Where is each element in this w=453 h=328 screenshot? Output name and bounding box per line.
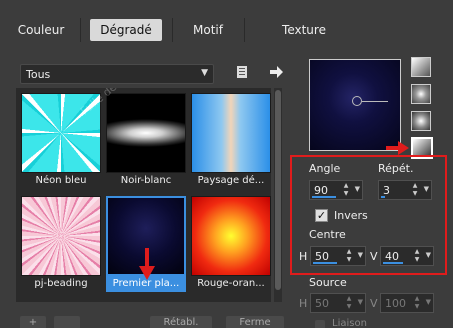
centre-h-slider-fill bbox=[313, 262, 337, 264]
add-button[interactable]: + bbox=[20, 316, 46, 328]
chevron-down-icon[interactable]: ▼ bbox=[424, 185, 429, 193]
gradient-item-paysage[interactable]: Paysage dé... bbox=[191, 93, 271, 189]
centre-label: Centre bbox=[309, 228, 346, 241]
link-checkbox[interactable] bbox=[315, 320, 325, 328]
linear-style-swatch[interactable] bbox=[411, 57, 431, 77]
centre-v-stepper[interactable]: 40 ▲ ▼ ▼ bbox=[380, 246, 434, 266]
gradient-label: Noir-blanc bbox=[120, 175, 172, 186]
gradient-preview[interactable] bbox=[309, 59, 401, 151]
remove-button[interactable] bbox=[54, 316, 80, 328]
angle-label: Angle bbox=[309, 162, 341, 175]
stepper-arrows-icon[interactable]: ▲ ▼ bbox=[345, 295, 353, 311]
tab-bar: Couleur Dégradé Motif Texture bbox=[0, 0, 453, 44]
link-label: Liaison bbox=[332, 318, 367, 328]
scrollbar-thumb[interactable] bbox=[275, 90, 281, 290]
chevron-down-icon[interactable]: ▼ bbox=[358, 298, 363, 306]
tab-separator bbox=[172, 18, 173, 42]
stepper-arrows-icon[interactable]: ▲ ▼ bbox=[413, 295, 421, 311]
reset-button[interactable]: Rétabl. bbox=[150, 316, 212, 328]
source-h-label: H bbox=[299, 297, 308, 310]
chevron-down-icon[interactable]: ▼ bbox=[355, 185, 360, 193]
gradient-label: Paysage dé... bbox=[197, 175, 265, 186]
centre-v-label: V bbox=[370, 250, 378, 263]
library-icon[interactable] bbox=[234, 64, 250, 80]
angle-slider-fill bbox=[312, 196, 336, 198]
stepper-arrows-icon[interactable]: ▲ ▼ bbox=[342, 182, 350, 198]
repeat-stepper[interactable]: 3 ▲ ▼ ▼ bbox=[378, 180, 432, 200]
stepper-arrows-icon[interactable]: ▲ ▼ bbox=[345, 248, 353, 264]
gradient-label: pj-beading bbox=[34, 278, 88, 289]
source-v-value: 100 bbox=[385, 297, 406, 310]
tab-couleur[interactable]: Couleur bbox=[10, 19, 72, 41]
repeat-slider-fill bbox=[381, 196, 385, 198]
invert-checkbox[interactable]: ✓ bbox=[315, 209, 328, 222]
tab-degrade[interactable]: Dégradé bbox=[90, 19, 162, 41]
gradient-item-noir-blanc[interactable]: Noir-blanc bbox=[106, 93, 186, 189]
angle-stepper[interactable]: 90 ▲ ▼ ▼ bbox=[309, 180, 363, 200]
gradient-thumbnail bbox=[191, 93, 271, 173]
gradient-label: Néon bleu bbox=[35, 175, 87, 186]
source-v-stepper[interactable]: 100 ▲ ▼ ▼ bbox=[380, 293, 434, 313]
gradient-item-pj-beading[interactable]: pj-beading bbox=[21, 196, 101, 292]
source-v-label: V bbox=[370, 297, 378, 310]
gradient-list-scrollbar[interactable] bbox=[274, 88, 282, 302]
center-crosshair-icon[interactable] bbox=[352, 96, 362, 106]
gradient-label: Rouge-oran... bbox=[197, 278, 265, 289]
arrow-right-icon[interactable] bbox=[268, 64, 284, 80]
invert-label: Invers bbox=[334, 209, 368, 222]
stepper-arrows-icon[interactable]: ▲ ▼ bbox=[411, 182, 419, 198]
category-value: Tous bbox=[26, 68, 51, 81]
gradient-thumbnail bbox=[106, 93, 186, 173]
chevron-down-icon: ▼ bbox=[201, 68, 208, 78]
centre-h-stepper[interactable]: 50 ▲ ▼ ▼ bbox=[310, 246, 366, 266]
gradient-item-rouge-orange[interactable]: Rouge-oran... bbox=[191, 196, 271, 292]
source-label: Source bbox=[309, 276, 347, 289]
gradient-thumbnail bbox=[191, 196, 271, 276]
category-dropdown[interactable]: Tous ▼ bbox=[20, 64, 214, 84]
tab-motif[interactable]: Motif bbox=[180, 19, 236, 41]
centre-v-slider-fill bbox=[383, 262, 403, 264]
chevron-down-icon[interactable]: ▼ bbox=[358, 251, 363, 259]
arrow-down-annotation-icon bbox=[139, 248, 155, 280]
source-h-value: 50 bbox=[315, 297, 329, 310]
source-h-stepper[interactable]: 50 ▲ ▼ ▼ bbox=[310, 293, 366, 313]
angle-handle[interactable] bbox=[362, 101, 388, 102]
tab-separator bbox=[244, 18, 245, 42]
centre-h-label: H bbox=[299, 250, 308, 263]
tab-texture[interactable]: Texture bbox=[258, 19, 350, 41]
chevron-down-icon[interactable]: ▼ bbox=[426, 298, 431, 306]
radial-style-swatch[interactable] bbox=[411, 111, 431, 131]
gradient-list: Néon bleu Noir-blanc Paysage dé... pj-be… bbox=[16, 88, 271, 302]
tab-separator bbox=[80, 18, 81, 42]
gradient-thumbnail bbox=[21, 196, 101, 276]
arrow-right-annotation-icon bbox=[386, 141, 409, 155]
stepper-arrows-icon[interactable]: ▲ ▼ bbox=[413, 248, 421, 264]
close-button[interactable]: Ferme bbox=[226, 316, 284, 328]
chevron-down-icon[interactable]: ▼ bbox=[426, 251, 431, 259]
rectangular-style-swatch[interactable] bbox=[411, 84, 431, 104]
repeat-label: Répét. bbox=[378, 162, 414, 175]
